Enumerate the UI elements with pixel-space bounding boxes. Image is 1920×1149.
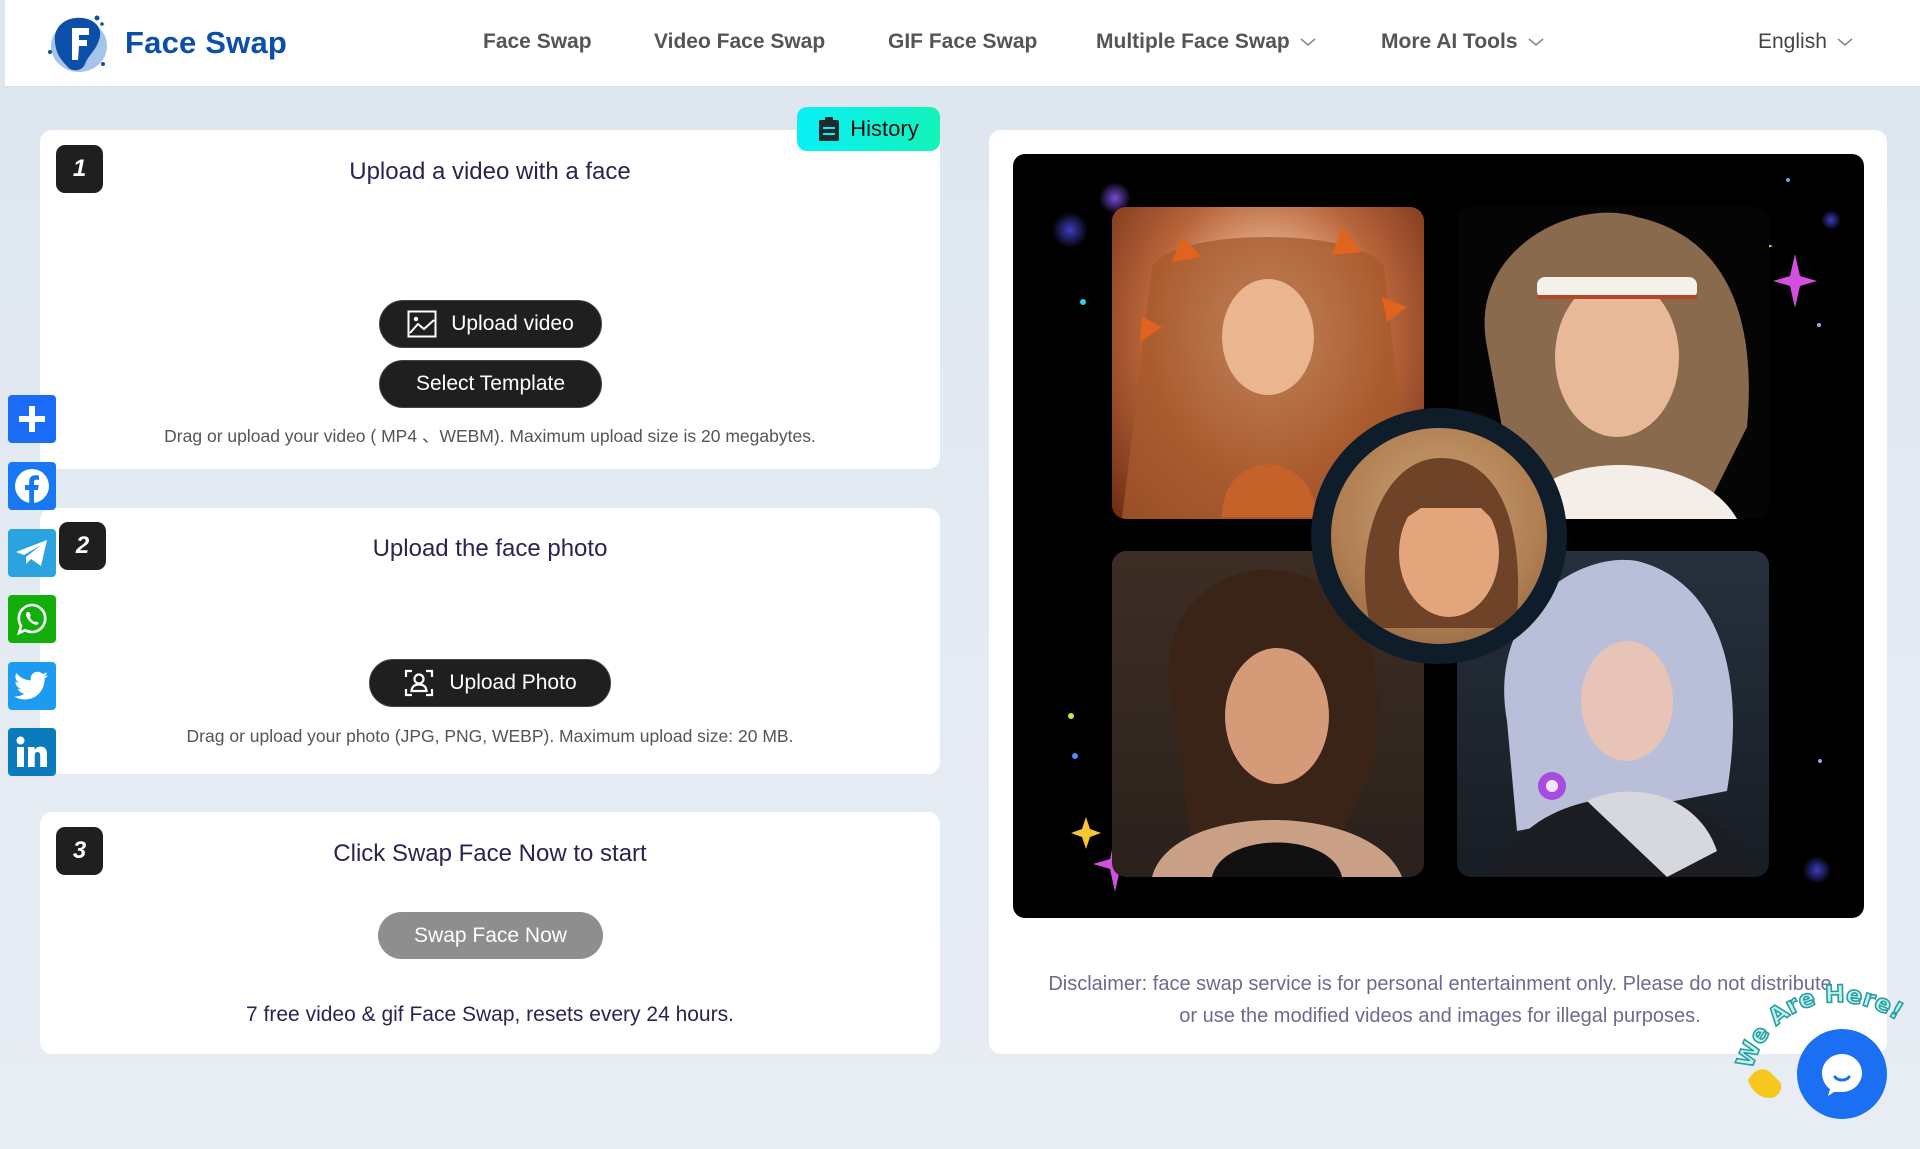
select-template-button[interactable]: Select Template bbox=[379, 360, 602, 408]
upload-photo-button[interactable]: Upload Photo bbox=[369, 659, 611, 707]
step-title: Upload a video with a face bbox=[349, 158, 631, 185]
whatsapp-share-button[interactable] bbox=[8, 595, 56, 643]
chat-widget-button[interactable] bbox=[1797, 1029, 1887, 1119]
plus-icon bbox=[19, 406, 45, 432]
logo-icon bbox=[45, 12, 111, 74]
nav-gif-face-swap[interactable]: GIF Face Swap bbox=[888, 30, 1037, 54]
step-title: Click Swap Face Now to start bbox=[333, 840, 647, 867]
upload-video-button[interactable]: Upload video bbox=[379, 300, 602, 348]
linkedin-icon bbox=[16, 736, 47, 767]
chevron-down-icon bbox=[1300, 38, 1316, 47]
source-face-photo bbox=[1331, 428, 1547, 644]
image-icon bbox=[407, 310, 437, 338]
nav-label: Multiple Face Swap bbox=[1096, 30, 1290, 53]
clipboard-icon bbox=[819, 117, 840, 141]
nav-multiple-face-swap[interactable]: Multiple Face Swap bbox=[1096, 30, 1316, 54]
upload-photo-hint: Drag or upload your photo (JPG, PNG, WEB… bbox=[186, 726, 794, 746]
twitter-icon bbox=[14, 671, 48, 700]
chevron-down-icon bbox=[1527, 38, 1544, 47]
face-scan-icon bbox=[405, 669, 434, 697]
step-title: Upload the face photo bbox=[372, 535, 608, 562]
whatsapp-icon bbox=[16, 603, 47, 636]
twitter-share-button[interactable] bbox=[8, 662, 56, 710]
chat-bubble-icon bbox=[1822, 1054, 1862, 1096]
history-label: History bbox=[850, 116, 919, 141]
disclaimer-text: Disclaimer: face swap service is for per… bbox=[1048, 973, 1832, 1027]
top-navigation-bar: Face Swap Face Swap Video Face Swap GIF … bbox=[5, 0, 1920, 86]
share-button[interactable] bbox=[8, 395, 56, 443]
waving-hand-icon bbox=[1748, 1069, 1782, 1098]
button-label: Upload video bbox=[451, 312, 574, 335]
step-1-card: 1 Upload a video with a face Upload vide… bbox=[40, 130, 940, 469]
telegram-share-button[interactable] bbox=[8, 529, 56, 577]
facebook-icon bbox=[15, 469, 49, 503]
face-swap-example-image bbox=[1013, 154, 1864, 918]
language-selector[interactable]: English bbox=[1758, 30, 1853, 54]
nav-more-ai-tools[interactable]: More AI Tools bbox=[1381, 30, 1544, 54]
language-label: English bbox=[1758, 30, 1827, 53]
telegram-icon bbox=[16, 540, 47, 566]
step-2-card: 2 Upload the face photo Upload Photo Dra… bbox=[40, 508, 940, 774]
button-label: Upload Photo bbox=[449, 671, 577, 694]
nav-label: Face Swap bbox=[483, 30, 592, 53]
facebook-share-button[interactable] bbox=[8, 462, 56, 510]
source-face-ring bbox=[1311, 408, 1567, 664]
history-button[interactable]: History bbox=[797, 107, 940, 151]
nav-label: Video Face Swap bbox=[654, 30, 826, 53]
nav-video-face-swap[interactable]: Video Face Swap bbox=[654, 30, 825, 54]
nav-label: More AI Tools bbox=[1381, 30, 1518, 53]
button-label: Swap Face Now bbox=[414, 923, 567, 947]
nav-face-swap[interactable]: Face Swap bbox=[483, 30, 592, 54]
upload-video-hint: Drag or upload your video ( MP4 、WEBM). … bbox=[164, 426, 816, 446]
logo[interactable]: Face Swap bbox=[45, 14, 287, 72]
free-usage-note: 7 free video & gif Face Swap, resets eve… bbox=[246, 1003, 734, 1026]
linkedin-share-button[interactable] bbox=[8, 728, 56, 776]
swap-face-now-button[interactable]: Swap Face Now bbox=[378, 912, 603, 959]
chevron-down-icon bbox=[1837, 38, 1853, 47]
nav-label: GIF Face Swap bbox=[888, 30, 1038, 53]
button-label: Select Template bbox=[415, 372, 566, 395]
logo-text: Face Swap bbox=[125, 25, 288, 60]
